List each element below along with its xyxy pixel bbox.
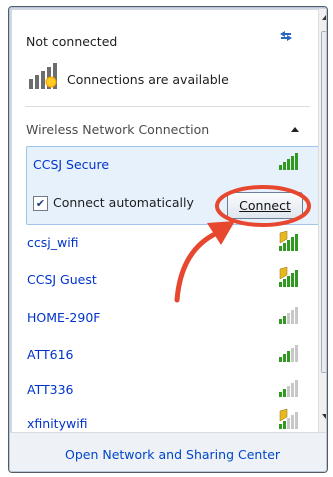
network-item[interactable]: HOME-290F — [27, 310, 317, 332]
connect-automatically-checkbox[interactable]: ✔ — [33, 196, 48, 211]
network-name: ccsj_wifi — [27, 235, 79, 250]
section-title: Wireless Network Connection — [26, 122, 210, 137]
connection-status: Not connected — [26, 34, 118, 49]
network-name: ATT336 — [27, 382, 74, 397]
network-item[interactable]: ccsj_wifi — [27, 235, 317, 257]
signal-strength-icon — [279, 345, 298, 362]
footer: Open Network and Sharing Center — [9, 432, 327, 472]
secured-signal-icon — [279, 267, 298, 287]
scrollbar[interactable] — [318, 9, 328, 435]
network-available-icon — [29, 63, 57, 89]
network-item[interactable]: ATT336 — [27, 382, 317, 404]
network-name: ATT616 — [27, 347, 74, 362]
network-item[interactable]: ATT616 — [27, 347, 317, 369]
scroll-down-icon[interactable] — [322, 414, 328, 420]
secured-signal-icon — [279, 409, 298, 429]
network-name: HOME-290F — [27, 310, 101, 325]
open-network-center-link[interactable]: Open Network and Sharing Center — [65, 447, 280, 462]
signal-strength-icon — [279, 380, 298, 397]
network-name: CCSJ Guest — [27, 272, 97, 287]
secured-signal-icon — [279, 231, 298, 251]
availability-text: Connections are available — [67, 72, 229, 87]
scroll-up-icon[interactable] — [322, 15, 328, 21]
refresh-network-icon[interactable] — [277, 29, 295, 43]
scrollbar-thumb[interactable] — [321, 31, 327, 373]
network-name: xfinitywifi — [27, 416, 88, 431]
divider — [25, 106, 310, 107]
selected-network-name: CCSJ Secure — [33, 157, 110, 172]
wifi-popup: Not connected Connections are available … — [8, 6, 328, 473]
signal-strength-icon — [279, 307, 298, 324]
network-item[interactable]: CCSJ Guest — [27, 272, 317, 294]
collapse-icon[interactable] — [290, 126, 300, 133]
signal-strength-icon — [279, 153, 298, 170]
